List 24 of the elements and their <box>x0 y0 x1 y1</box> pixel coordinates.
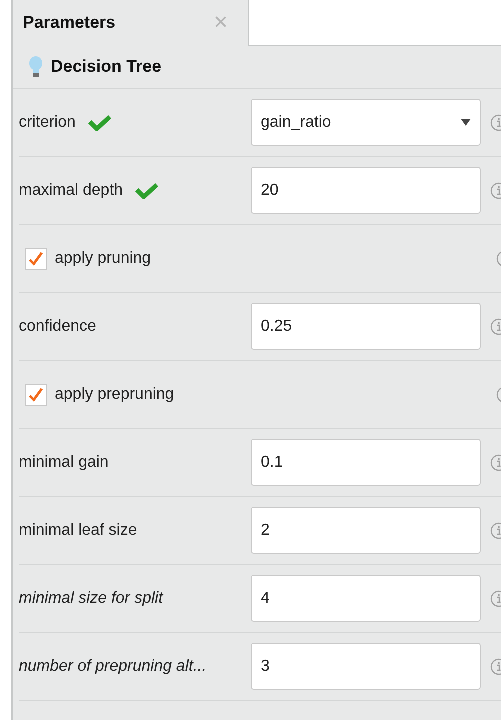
tab-title: Parameters <box>23 12 117 34</box>
input-field[interactable]: 2 <box>251 507 481 554</box>
parameter-label: confidence <box>19 316 96 336</box>
parameter-label: criterion <box>19 112 76 132</box>
check-icon <box>88 114 112 130</box>
lightbulb-icon <box>29 56 43 78</box>
dropdown-caret-icon <box>461 119 471 126</box>
input-field[interactable]: 20 <box>251 167 481 214</box>
input-field[interactable]: 3 <box>251 643 481 690</box>
parameter-label: number of prepruning alt... <box>19 656 207 676</box>
parameter-label: minimal leaf size <box>19 520 138 540</box>
operator-name: Decision Tree <box>51 56 162 78</box>
parameter-label: maximal depth <box>19 180 124 200</box>
checkbox-label: apply pruning <box>55 248 152 268</box>
parameter-label: minimal size for split <box>19 588 164 608</box>
parameter-label: minimal gain <box>19 452 109 472</box>
input-field[interactable]: 0.1 <box>251 439 481 486</box>
select-field[interactable]: gain_ratio <box>251 99 481 146</box>
checkbox[interactable] <box>25 248 47 270</box>
input-field[interactable]: 4 <box>251 575 481 622</box>
checkbox[interactable] <box>25 384 47 406</box>
check-icon <box>135 182 160 198</box>
input-field[interactable]: 0.25 <box>251 303 481 350</box>
checkbox-label: apply prepruning <box>55 384 174 404</box>
